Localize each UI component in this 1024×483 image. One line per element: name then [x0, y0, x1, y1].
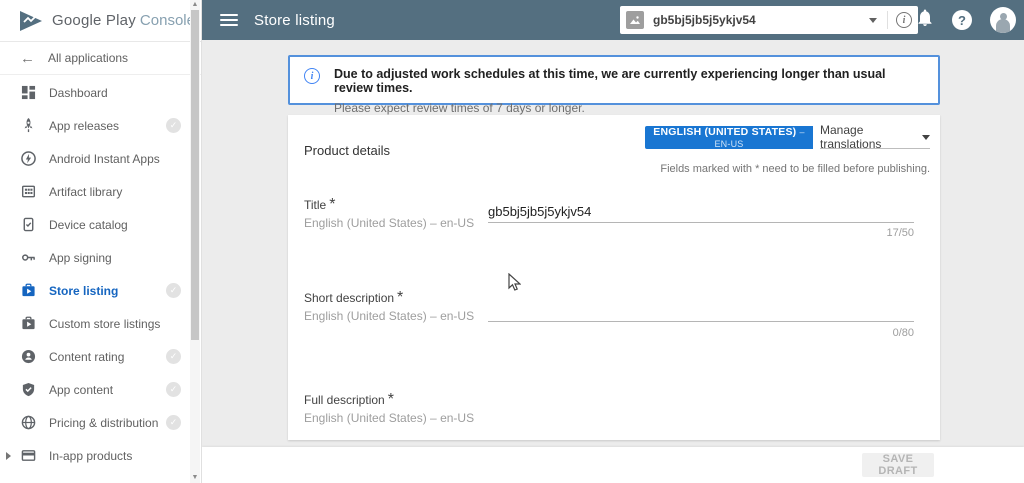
shield-icon — [20, 382, 36, 398]
menu-icon[interactable] — [220, 14, 238, 27]
language-label: ENGLISH (UNITED STATES) — [653, 126, 796, 138]
page-title: Store listing — [254, 12, 335, 29]
expand-caret-icon[interactable] — [6, 452, 11, 460]
google-play-logo-icon — [18, 10, 44, 32]
person-icon — [20, 349, 36, 365]
library-icon — [20, 184, 36, 200]
topbar-actions: ? — [916, 0, 1016, 40]
language-button[interactable]: ENGLISH (UNITED STATES) – EN-US — [645, 126, 813, 149]
completed-check-icon: ✓ — [166, 118, 181, 133]
chevron-down-icon — [922, 135, 930, 140]
rocket-icon — [20, 118, 36, 134]
title-char-counter: 17/50 — [488, 227, 914, 239]
review-times-banner: i Due to adjusted work schedules at this… — [288, 55, 940, 105]
help-icon[interactable]: ? — [952, 10, 972, 30]
required-fields-note: Fields marked with * need to be filled b… — [660, 163, 930, 175]
banner-title: Due to adjusted work schedules at this t… — [334, 67, 924, 95]
back-label: All applications — [48, 51, 128, 65]
dashboard-icon — [20, 85, 36, 101]
footer-bar: SAVE DRAFT — [202, 447, 1024, 483]
app-name: gb5bj5jb5j5ykjv54 — [653, 13, 869, 27]
notifications-bell-icon[interactable] — [916, 9, 934, 32]
required-asterisk: * — [397, 289, 403, 306]
app-selector-dropdown[interactable]: gb5bj5jb5j5ykjv54 i — [620, 6, 918, 34]
sidebar-nav: Dashboard App releases ✓ Android Instant… — [0, 76, 189, 472]
brand-name: Google Play — [52, 12, 136, 29]
globe-icon — [20, 415, 36, 431]
sidebar-item-artifact-library[interactable]: Artifact library — [0, 175, 189, 208]
short-description-field-label: Short description* English (United State… — [304, 289, 474, 323]
full-description-field-locale: English (United States) – en-US — [304, 411, 474, 425]
sidebar-item-all-applications[interactable]: ← All applications — [0, 42, 201, 75]
sidebar: Google Play Console ← All applications D… — [0, 0, 202, 483]
chevron-down-icon[interactable] — [869, 18, 877, 23]
title-field-label: Title* English (United States) – en-US — [304, 196, 474, 230]
topbar: Store listing gb5bj5jb5j5ykjv54 i ? — [202, 0, 1024, 40]
main-content: i Due to adjusted work schedules at this… — [202, 40, 1024, 447]
key-icon — [20, 250, 36, 266]
manage-translations-dropdown[interactable]: Manage translations — [820, 126, 930, 149]
account-avatar[interactable] — [990, 7, 1016, 33]
scrollbar-thumb[interactable] — [191, 10, 199, 340]
save-draft-button[interactable]: SAVE DRAFT — [862, 453, 934, 477]
sidebar-item-app-signing[interactable]: App signing — [0, 241, 189, 274]
sidebar-scrollbar[interactable]: ▲ ▼ — [190, 0, 200, 483]
completed-check-icon: ✓ — [166, 349, 181, 364]
required-asterisk: * — [329, 196, 335, 213]
custom-store-icon — [20, 316, 36, 332]
required-asterisk: * — [388, 391, 394, 408]
completed-check-icon: ✓ — [166, 415, 181, 430]
sidebar-item-custom-store-listings[interactable]: Custom store listings — [0, 307, 189, 340]
info-icon: i — [304, 68, 320, 84]
sidebar-item-content-rating[interactable]: Content rating ✓ — [0, 340, 189, 373]
sidebar-item-dashboard[interactable]: Dashboard — [0, 76, 189, 109]
brand-suffix: Console — [140, 12, 195, 29]
card-icon — [20, 448, 36, 464]
product-details-card: Product details ENGLISH (UNITED STATES) … — [288, 115, 940, 440]
sidebar-item-in-app-products[interactable]: In-app products — [0, 439, 189, 472]
completed-check-icon: ✓ — [166, 382, 181, 397]
title-input[interactable] — [488, 201, 914, 223]
full-description-field-label: Full description* English (United States… — [304, 391, 474, 425]
scroll-down-icon[interactable]: ▼ — [190, 473, 200, 483]
title-field-locale: English (United States) – en-US — [304, 216, 474, 230]
sidebar-item-pricing-distribution[interactable]: Pricing & distribution ✓ — [0, 406, 189, 439]
divider — [887, 11, 888, 29]
scroll-up-icon[interactable]: ▲ — [190, 0, 200, 10]
store-icon — [20, 283, 36, 299]
sidebar-item-android-instant-apps[interactable]: Android Instant Apps — [0, 142, 189, 175]
sidebar-item-app-releases[interactable]: App releases ✓ — [0, 109, 189, 142]
manage-translations-label: Manage translations — [820, 123, 922, 151]
app-logo[interactable]: Google Play Console — [0, 0, 201, 42]
section-title: Product details — [304, 143, 390, 158]
short-description-char-counter: 0/80 — [488, 327, 914, 339]
banner-subtitle: Please expect review times of 7 days or … — [334, 101, 924, 115]
device-icon — [20, 217, 36, 233]
app-info-icon[interactable]: i — [896, 12, 912, 28]
short-description-field-locale: English (United States) – en-US — [304, 309, 474, 323]
short-description-input[interactable] — [488, 300, 914, 322]
lightning-icon — [20, 151, 36, 167]
sidebar-item-device-catalog[interactable]: Device catalog — [0, 208, 189, 241]
completed-check-icon: ✓ — [166, 283, 181, 298]
sidebar-item-app-content[interactable]: App content ✓ — [0, 373, 189, 406]
sidebar-item-store-listing[interactable]: Store listing ✓ — [0, 274, 189, 307]
app-thumbnail-icon — [626, 11, 644, 29]
back-arrow-icon: ← — [20, 50, 48, 67]
